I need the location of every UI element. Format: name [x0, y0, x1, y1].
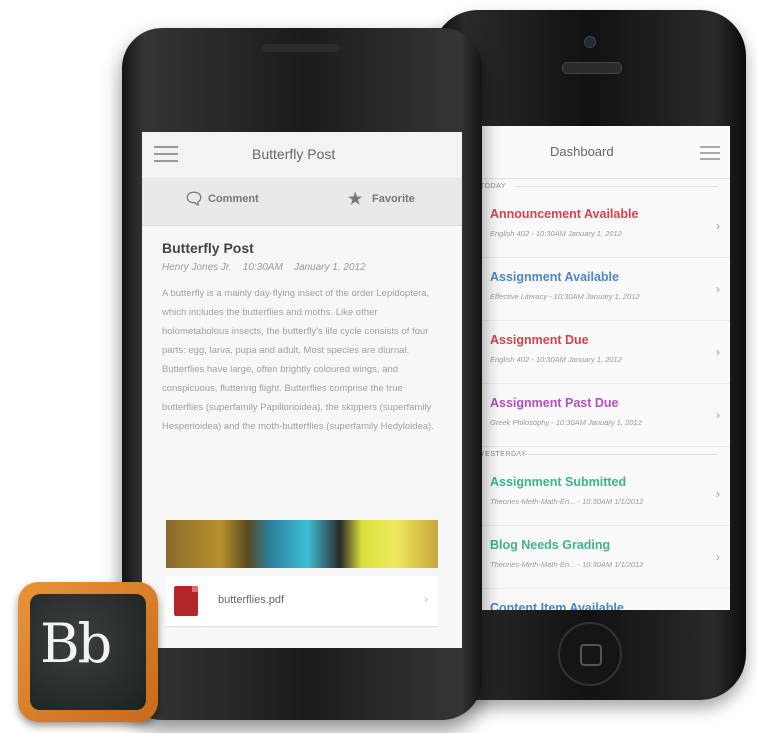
post-body: A butterfly is a mainly day-flying insec… [162, 288, 434, 432]
android-app-bar: Butterfly Post [142, 132, 462, 179]
post-date: January 1, 2012 [293, 262, 366, 273]
star-icon: ★ [348, 191, 363, 208]
chevron-right-icon: › [716, 487, 720, 501]
speaker-grill [262, 44, 340, 52]
notification-title: Assignment Past Due [490, 396, 619, 410]
speech-bubble-icon: 🗨 [184, 191, 205, 208]
earpiece-speaker [562, 62, 622, 74]
notification-item[interactable]: Assignment Due English 402 - 10:30AM Janu… [480, 321, 730, 384]
notification-title: Assignment Available [490, 270, 619, 284]
hamburger-menu-icon[interactable] [700, 146, 720, 164]
post-author: Henry Jones Jr. [162, 262, 232, 273]
attachment-name: butterflies.pdf [218, 594, 285, 606]
favorite-label: Favorite [372, 193, 415, 205]
comment-button[interactable]: 🗨 Comment [184, 191, 259, 208]
android-device: Butterfly Post 🗨 Comment ★ Favorite Butt… [122, 28, 482, 720]
chevron-right-icon: › [716, 345, 720, 359]
ios-dashboard-screen: Dashboard TODAY Announcement Available Eng… [480, 126, 730, 610]
notification-title: Content Item Available [490, 601, 624, 610]
post-action-bar: 🗨 Comment ★ Favorite [142, 179, 462, 226]
notification-item[interactable]: Assignment Available Effective Literacy -… [480, 258, 730, 321]
home-button[interactable] [558, 622, 622, 686]
chevron-right-icon: › [716, 282, 720, 296]
favorite-button[interactable]: ★ Favorite [348, 191, 415, 208]
blackboard-logo: Bb [18, 582, 158, 722]
chevron-right-icon: › [716, 219, 720, 233]
section-header: TODAY [480, 183, 730, 195]
android-post-screen: Butterfly Post 🗨 Comment ★ Favorite Butt… [142, 132, 462, 648]
notification-item[interactable]: Assignment Submitted Theories-Meth-Math-E… [480, 463, 730, 526]
ios-header-title: Dashboard [550, 144, 614, 159]
notification-meta: English 402 - 10:30AM January 1, 2012 [490, 355, 622, 364]
attachment-row[interactable]: butterflies.pdf › [166, 576, 438, 627]
notification-meta: Theories-Meth-Math-En... - 10:30AM 1/1/2… [490, 560, 644, 569]
post-meta: Henry Jones Jr. 10:30AM January 1, 2012 [162, 262, 366, 273]
post-title: Butterfly Post [162, 240, 254, 256]
butterfly-image [166, 520, 438, 568]
notification-meta: Greek Philosophy - 10:30AM January 1, 20… [490, 418, 642, 427]
pdf-file-icon [174, 586, 198, 616]
notification-list: TODAY Announcement Available English 402 -… [480, 183, 730, 610]
notification-title: Announcement Available [490, 207, 639, 221]
comment-label: Comment [208, 193, 259, 205]
chevron-right-icon: › [716, 408, 720, 422]
android-header-title: Butterfly Post [252, 146, 336, 162]
ios-header: Dashboard [480, 126, 730, 179]
notification-meta: English 402 - 10:30AM January 1, 2012 [490, 229, 622, 238]
logo-text: Bb [40, 612, 112, 675]
hamburger-menu-icon[interactable] [154, 146, 178, 167]
notification-item[interactable]: Assignment Past Due Greek Philosophy - 10… [480, 384, 730, 447]
notification-title: Assignment Due [490, 333, 589, 347]
chevron-right-icon: › [424, 592, 428, 606]
notification-title: Assignment Submitted [490, 475, 627, 489]
section-header: YESTERDAY [480, 451, 730, 463]
post-time: 10:30AM [242, 262, 283, 273]
notification-item[interactable]: Content Item Available› [480, 589, 730, 610]
section-label: TODAY [480, 183, 506, 190]
chevron-right-icon: › [716, 550, 720, 564]
notification-meta: Effective Literacy - 10:30AM January 1, … [490, 292, 640, 301]
notification-meta: Theories-Meth-Math-En... - 10:30AM 1/1/2… [490, 497, 644, 506]
notification-item[interactable]: Blog Needs Grading Theories-Meth-Math-En.… [480, 526, 730, 589]
front-camera [584, 36, 596, 48]
notification-title: Blog Needs Grading [490, 538, 611, 552]
notification-item[interactable]: Announcement Available English 402 - 10:3… [480, 195, 730, 258]
